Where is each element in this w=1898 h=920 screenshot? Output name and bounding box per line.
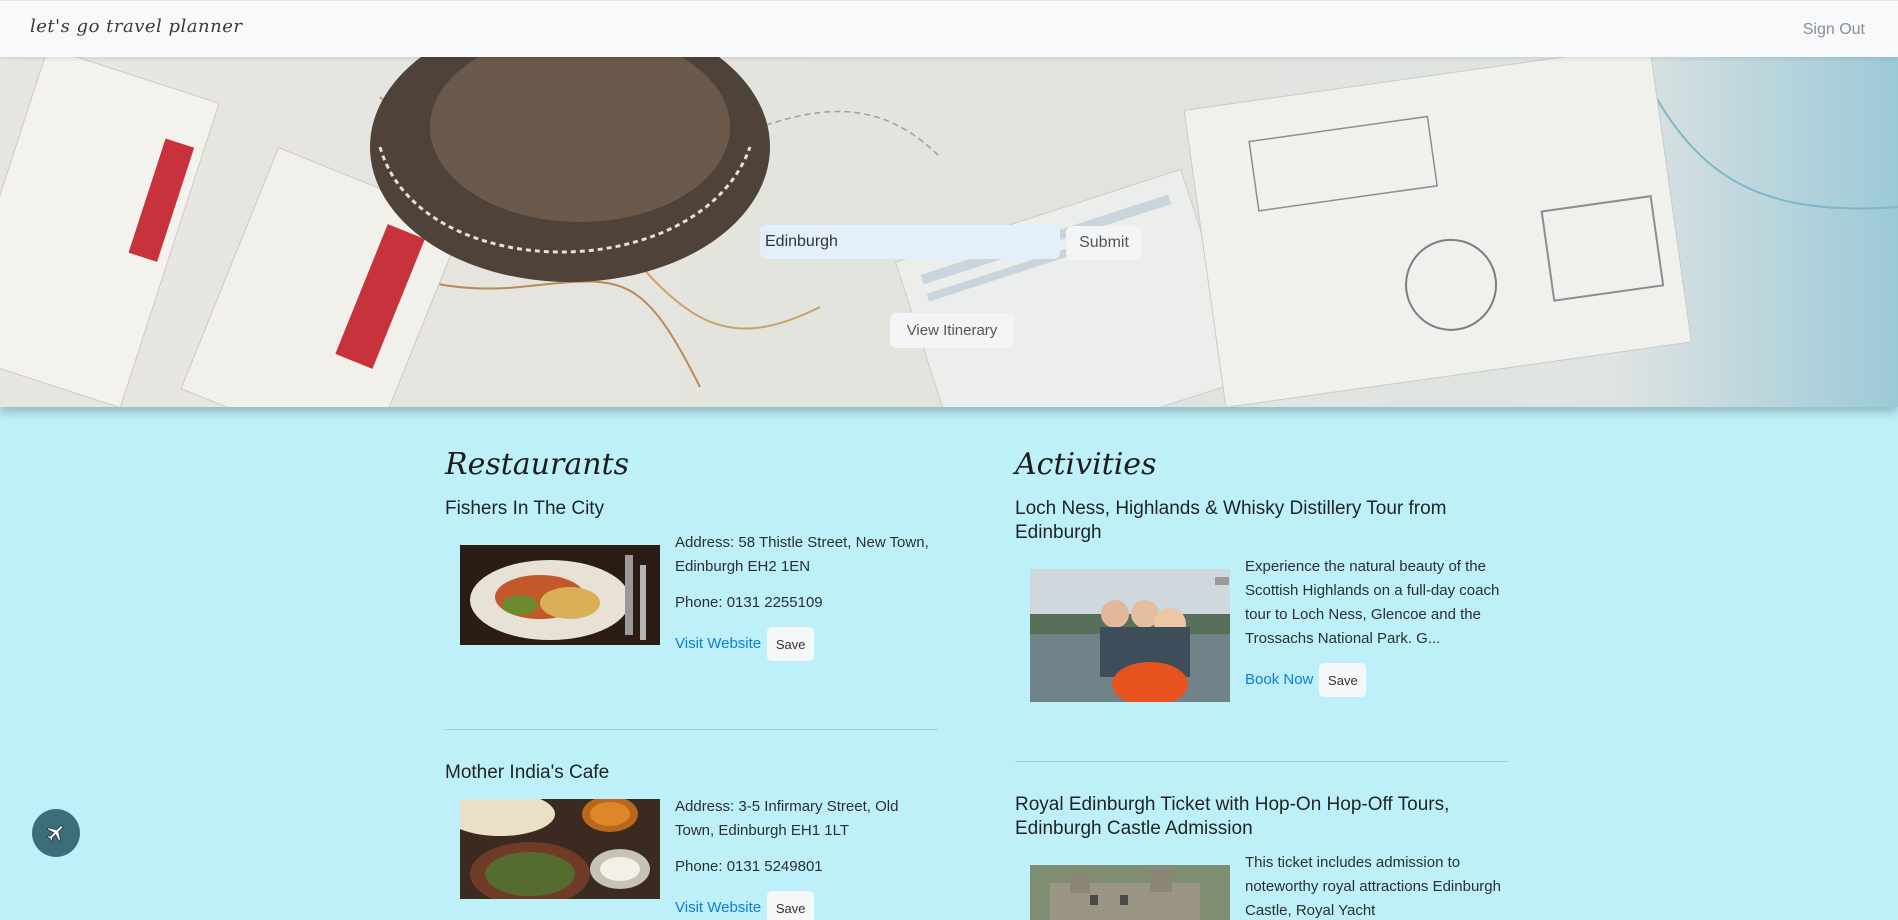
restaurant-photo bbox=[460, 799, 660, 899]
divider bbox=[445, 729, 938, 730]
activity-card: Royal Edinburgh Ticket with Hop-On Hop-O… bbox=[1015, 793, 1508, 920]
submit-button[interactable]: Submit bbox=[1066, 226, 1142, 260]
activity-photo bbox=[1030, 865, 1230, 920]
destination-search-input[interactable] bbox=[760, 225, 1060, 259]
view-itinerary-button[interactable]: View Itinerary bbox=[890, 313, 1014, 348]
activity-photo bbox=[1030, 569, 1230, 702]
activity-description: This ticket includes admission to notewo… bbox=[1245, 854, 1501, 919]
restaurant-address: Address: 58 Thistle Street, New Town, Ed… bbox=[675, 534, 929, 575]
activity-description: Experience the natural beauty of the Sco… bbox=[1245, 558, 1500, 647]
restaurants-column: Restaurants Fishers In The City Address:… bbox=[445, 447, 938, 920]
restaurant-card: Mother India's Cafe Address: 3-5 Infirma… bbox=[445, 761, 938, 920]
visit-website-link[interactable]: Visit Website bbox=[675, 896, 761, 920]
restaurant-phone: Phone: 0131 5249801 bbox=[675, 858, 823, 875]
book-now-link[interactable]: Book Now bbox=[1245, 668, 1313, 692]
visit-website-link[interactable]: Visit Website bbox=[675, 632, 761, 656]
navbar: let's go travel planner Sign Out bbox=[0, 0, 1898, 57]
brand-logo[interactable]: let's go travel planner bbox=[30, 16, 242, 37]
restaurant-address: Address: 3-5 Infirmary Street, Old Town,… bbox=[675, 798, 899, 839]
activity-card: Loch Ness, Highlands & Whisky Distillery… bbox=[1015, 497, 1508, 783]
activities-heading: Activities bbox=[1015, 447, 1157, 482]
hero-banner: Submit View Itinerary bbox=[0, 57, 1898, 407]
save-button[interactable]: Save bbox=[767, 891, 815, 920]
divider bbox=[1015, 761, 1508, 762]
restaurant-phone: Phone: 0131 2255109 bbox=[675, 594, 823, 611]
airplane-fab-button[interactable] bbox=[32, 809, 80, 857]
restaurant-card: Fishers In The City Address: 58 Thistle … bbox=[445, 497, 938, 751]
restaurant-name: Fishers In The City bbox=[445, 498, 605, 519]
activities-column: Activities Loch Ness, Highlands & Whisky… bbox=[1015, 447, 1508, 920]
restaurants-heading: Restaurants bbox=[445, 447, 629, 482]
activity-name: Loch Ness, Highlands & Whisky Distillery… bbox=[1015, 498, 1447, 543]
sign-out-link[interactable]: Sign Out bbox=[1803, 21, 1865, 39]
restaurant-name: Mother India's Cafe bbox=[445, 762, 610, 783]
save-button[interactable]: Save bbox=[1319, 663, 1367, 697]
activity-name: Royal Edinburgh Ticket with Hop-On Hop-O… bbox=[1015, 794, 1450, 839]
restaurant-photo bbox=[460, 545, 660, 645]
airplane-icon bbox=[46, 825, 63, 843]
save-button[interactable]: Save bbox=[767, 627, 815, 661]
